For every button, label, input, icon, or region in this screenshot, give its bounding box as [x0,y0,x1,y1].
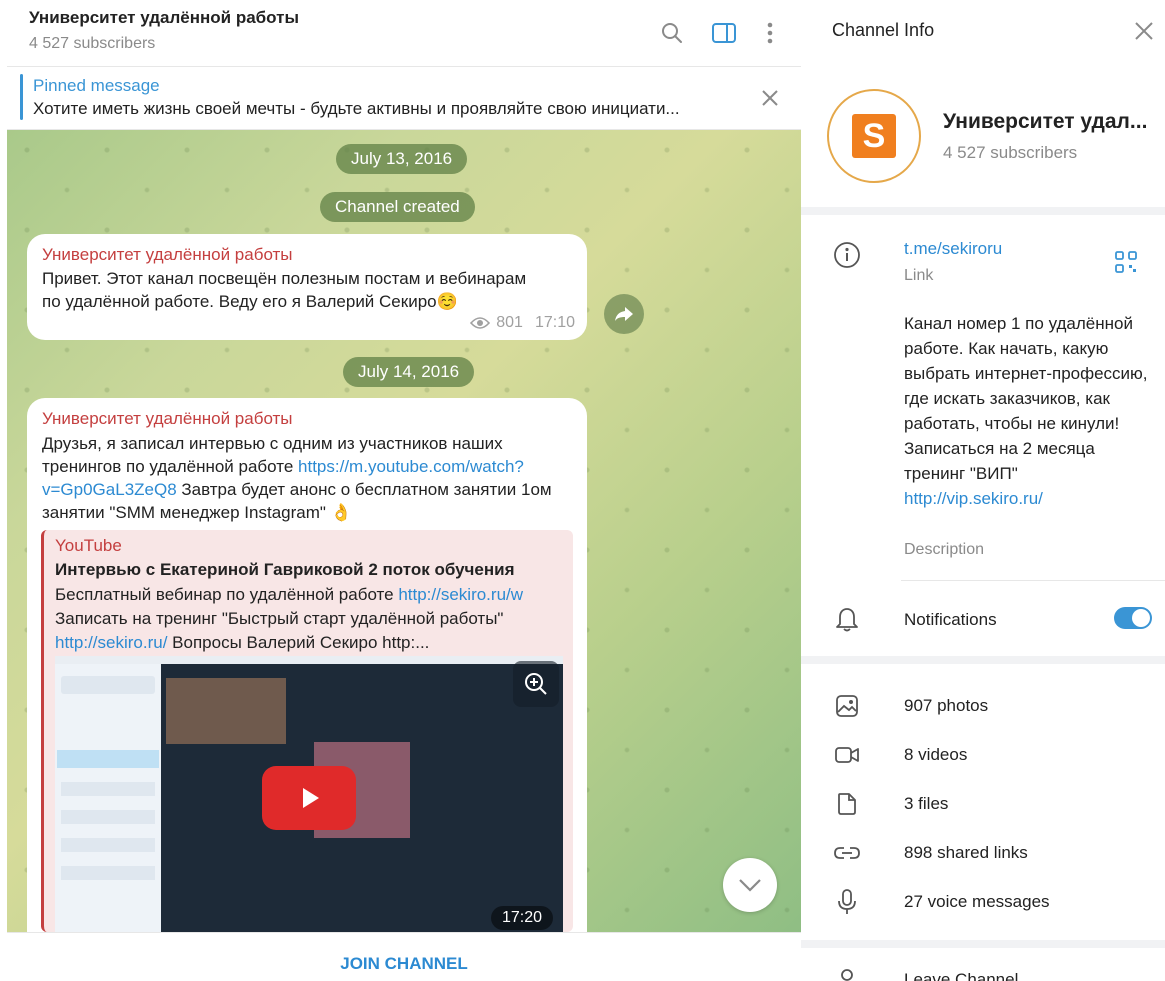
message-meta: 801 17:10 [470,314,575,332]
pinned-label: Pinned message [33,76,160,95]
toggle-knob [1132,609,1150,627]
message-sender[interactable]: Университет удалённой работы [42,409,293,429]
bell-icon [833,605,861,633]
message-text: Завтра будет анонс о бесплатном занятии … [176,480,552,499]
message-link[interactable]: https://m.youtube.com/watch? [298,457,524,476]
pinned-message-bar[interactable]: Pinned message Хотите иметь жизнь своей … [7,67,801,130]
pinned-accent-bar [20,74,23,120]
message-line: v=Gp0GaL3ZeQ8 Завтра будет анонс о беспл… [42,478,552,501]
description-link[interactable]: http://vip.sekiro.ru/ [904,489,1043,508]
media-videos[interactable]: 8 videos [904,745,967,765]
scroll-down-button[interactable] [723,858,777,912]
message-line: занятии "SMM менеджер Instagram" 👌 [42,503,352,522]
media-photos[interactable]: 907 photos [904,696,988,716]
description-label: Description [904,541,985,558]
message-time: 17:10 [534,314,575,331]
message-link[interactable]: v=Gp0GaL3ZeQ8 [42,480,177,499]
service-message: Channel created [320,192,475,222]
channel-name: Университет удал... [943,110,1148,133]
chat-subscribers: 4 527 subscribers [29,35,156,52]
chat-title[interactable]: Университет удалённой работы [29,8,299,28]
views-icon [470,317,491,329]
message-text: тренингов по удалённой работе [42,457,299,476]
preview-text: Вопросы Валерий Секиро http:... [167,633,430,652]
message-line: по удалённой работе. Веду его я Валерий … [42,292,458,311]
media-links[interactable]: 898 shared links [904,843,1028,863]
video-thumbnail[interactable]: 17:20 [55,656,563,932]
close-icon[interactable] [1131,18,1157,44]
photo-icon [833,692,861,720]
preview-title: Интервью с Екатериной Гавриковой 2 поток… [55,560,515,579]
panel-title: Channel Info [832,20,935,40]
search-icon[interactable] [657,18,687,48]
preview-link[interactable]: http://sekiro.ru/w [398,585,523,604]
divider [901,580,1165,581]
link-preview[interactable]: YouTube Интервью с Екатериной Гавриковой… [41,530,573,932]
media-voice[interactable]: 27 voice messages [904,892,1050,912]
link-icon [833,839,861,867]
notifications-toggle[interactable] [1114,607,1152,629]
zoom-icon[interactable] [513,661,559,707]
preview-text: Бесплатный вебинар по удалённой работе [55,585,399,604]
message-bubble[interactable]: Университет удалённой работы Друзья, я з… [27,398,587,932]
video-duration: 17:20 [491,906,553,930]
message-bubble[interactable]: Университет удалённой работы Привет. Это… [27,234,587,340]
section-separator [801,656,1165,664]
section-separator [801,207,1165,215]
date-pill: July 13, 2016 [336,144,468,174]
close-pinned-icon[interactable] [757,85,783,111]
message-line: Привет. Этот канал посвещён полезным пос… [42,269,527,288]
view-count: 801 [496,314,523,331]
section-separator [801,940,1165,948]
channel-avatar[interactable]: S [827,89,921,183]
thumb-video-1 [166,678,286,744]
notifications-label: Notifications [904,610,997,629]
message-line: Друзья, я записал интервью с одним из уч… [42,434,503,453]
date-pill: July 14, 2016 [343,357,475,387]
forward-icon[interactable] [604,294,644,334]
preview-description: Бесплатный вебинар по удалённой работе h… [55,583,567,655]
channel-link[interactable]: t.me/sekiroru [904,239,1002,259]
thumb-sidebar [55,664,161,932]
chat-pane: Университет удалённой работы 4 527 subsc… [7,0,801,981]
link-label: Link [904,267,934,284]
avatar-logo: S [852,114,896,158]
more-menu-icon[interactable] [755,18,785,48]
join-channel-button[interactable]: JOIN CHANNEL [7,932,801,981]
preview-link[interactable]: http://sekiro.ru/ [55,633,167,652]
media-files[interactable]: 3 files [904,794,948,814]
message-line: тренингов по удалённой работе https://m.… [42,455,524,478]
info-icon [833,241,861,269]
pinned-text: Хотите иметь жизнь своей мечты - будьте … [33,99,680,118]
leave-icon [833,965,861,981]
microphone-icon [833,888,861,916]
leave-channel[interactable]: Leave Channel [904,970,1018,981]
thumb-titlebar [55,656,563,664]
chat-wallpaper: July 13, 2016 Channel created Университе… [7,130,801,932]
chevron-down-icon [739,879,761,892]
message-sender[interactable]: Университет удалённой работы [42,245,293,265]
qr-code-icon[interactable] [1114,250,1138,274]
channel-description: Канал номер 1 по удалённой работе. Как н… [904,311,1148,511]
video-icon [833,741,861,769]
play-icon[interactable] [262,766,356,830]
chat-header[interactable]: Университет удалённой работы 4 527 subsc… [7,0,801,67]
channel-info-panel: Channel Info S Университет удал... 4 527… [801,0,1165,981]
description-text: Канал номер 1 по удалённой работе. Как н… [904,314,1148,483]
file-icon [833,790,861,818]
preview-text: Записать на тренинг "Быстрый старт удалё… [55,609,504,628]
sidebar-toggle-icon[interactable] [709,18,739,48]
preview-site-name: YouTube [55,536,122,555]
channel-subscribers: 4 527 subscribers [943,143,1078,162]
